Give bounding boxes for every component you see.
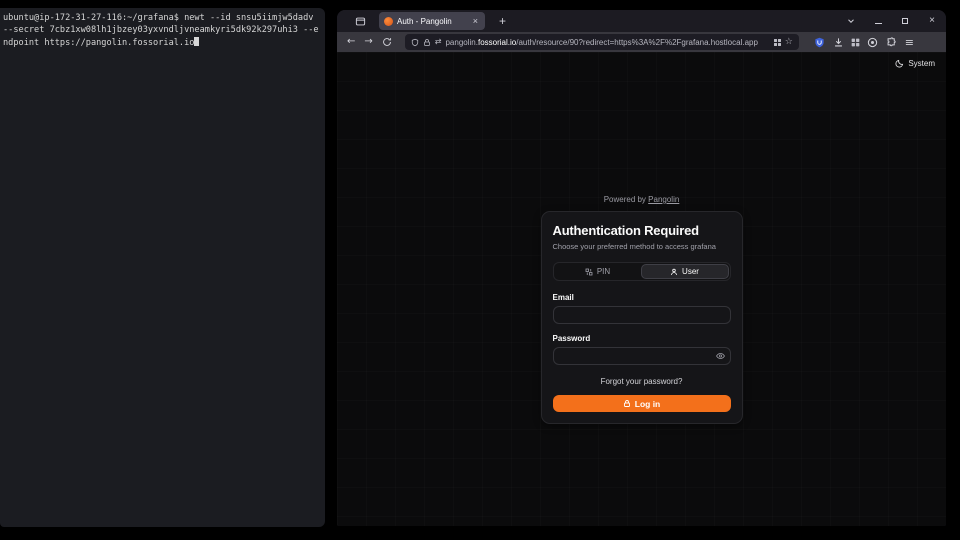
password-field[interactable]: [553, 347, 731, 365]
card-title: Authentication Required: [553, 223, 731, 238]
back-icon[interactable]: ←: [347, 37, 355, 47]
moon-icon: [895, 59, 904, 68]
terminal-line: ndpoint https://pangolin.fossorial.io: [3, 38, 194, 48]
theme-label: System: [908, 59, 935, 68]
browser-window: Auth - Pangolin × + × ← →: [337, 10, 946, 526]
tab-list-chevron-icon[interactable]: [845, 15, 857, 27]
email-field[interactable]: [553, 306, 731, 324]
pangolin-link[interactable]: Pangolin: [648, 195, 679, 204]
url-bar[interactable]: ⇄ pangolin.fossorial.io/auth/resource/90…: [405, 34, 799, 50]
pin-keypad-icon: [585, 268, 593, 276]
bookmark-star-icon[interactable]: ☆: [785, 38, 793, 46]
show-password-eye-icon[interactable]: [716, 352, 725, 360]
powered-by-text: Powered by: [604, 195, 646, 204]
page-content: System Powered by Pangolin Authenticatio…: [337, 52, 946, 526]
forgot-password-link[interactable]: Forgot your password?: [553, 377, 731, 386]
extensions-icon[interactable]: [851, 38, 859, 46]
browser-tab-auth-pangolin[interactable]: Auth - Pangolin ×: [379, 12, 485, 30]
card-subtitle: Choose your preferred method to access g…: [553, 242, 731, 251]
tab-pin[interactable]: PIN: [555, 264, 641, 279]
nav-toolbar: ← → ⇄ pangolin.fossori: [337, 32, 946, 52]
account-icon[interactable]: [867, 37, 878, 48]
containers-grid-icon[interactable]: [774, 39, 781, 46]
login-button[interactable]: Log in: [553, 395, 731, 412]
auth-method-tabs: PIN User: [553, 262, 731, 281]
login-lock-icon: [623, 399, 631, 408]
lock-icon[interactable]: [423, 38, 431, 47]
tab-user[interactable]: User: [641, 264, 729, 279]
tab-pin-label: PIN: [597, 267, 610, 276]
terminal-window[interactable]: ubuntu@ip-172-31-27-116:~/grafana$ newt …: [0, 8, 325, 527]
terminal-cursor: [194, 37, 199, 47]
terminal-line: --secret 7cbz1xw08lh1jbzey03yxvndljvneam…: [3, 25, 319, 35]
reload-icon[interactable]: [382, 37, 392, 47]
maximize-button[interactable]: [899, 15, 911, 27]
theme-toggle[interactable]: System: [895, 59, 935, 68]
downloads-icon[interactable]: [833, 37, 844, 48]
swap-arrows-icon[interactable]: ⇄: [435, 38, 442, 46]
pangolin-favicon-icon: [384, 17, 393, 26]
firefox-view-icon[interactable]: [351, 13, 369, 29]
minimize-button[interactable]: [872, 15, 884, 27]
password-label: Password: [553, 334, 731, 343]
menu-icon[interactable]: ≡: [905, 36, 914, 49]
tab-close-icon[interactable]: ×: [471, 16, 480, 26]
auth-card: Authentication Required Choose your pref…: [541, 211, 743, 424]
ublock-extension-icon[interactable]: [814, 37, 825, 48]
puzzle-icon[interactable]: [886, 37, 897, 48]
window-close-button[interactable]: ×: [926, 15, 938, 27]
terminal-output: ubuntu@ip-172-31-27-116:~/grafana$ newt …: [0, 8, 325, 49]
auth-section: Powered by Pangolin Authentication Requi…: [541, 195, 743, 424]
email-label: Email: [553, 293, 731, 302]
user-icon: [670, 268, 678, 276]
new-tab-button[interactable]: +: [495, 14, 510, 28]
tab-title: Auth - Pangolin: [397, 17, 467, 26]
forward-icon[interactable]: →: [364, 37, 372, 47]
terminal-line: ubuntu@ip-172-31-27-116:~/grafana$ newt …: [3, 13, 313, 23]
url-text: pangolin.fossorial.io/auth/resource/90?r…: [445, 38, 769, 47]
tab-user-label: User: [682, 267, 699, 276]
login-button-label: Log in: [635, 399, 661, 409]
desktop: ubuntu@ip-172-31-27-116:~/grafana$ newt …: [0, 0, 960, 540]
powered-by: Powered by Pangolin: [541, 195, 743, 204]
tracking-shield-icon[interactable]: [411, 38, 419, 47]
tab-bar: Auth - Pangolin × + ×: [337, 10, 946, 32]
